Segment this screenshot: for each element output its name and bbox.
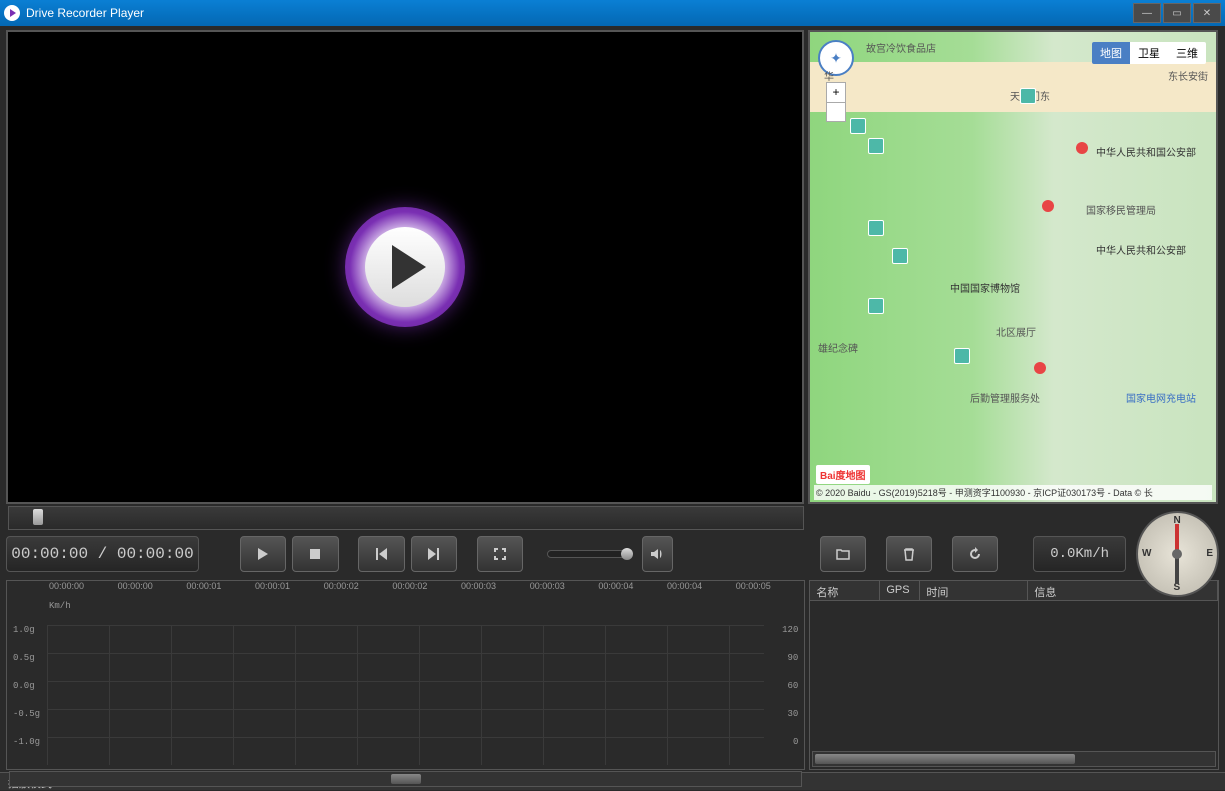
volume-slider[interactable] bbox=[547, 550, 632, 558]
open-file-button[interactable] bbox=[820, 536, 866, 572]
chart-hscrollbar[interactable] bbox=[9, 771, 802, 787]
gsensor-chart: 00:00:0000:00:0000:00:0100:00:0100:00:02… bbox=[6, 580, 805, 770]
titlebar: Drive Recorder Player — ▭ ✕ bbox=[0, 0, 1225, 26]
col-name[interactable]: 名称 bbox=[810, 581, 880, 600]
list-hscrollbar[interactable] bbox=[812, 751, 1216, 767]
time-display: 00:00:00 / 00:00:00 bbox=[6, 536, 199, 572]
close-button[interactable]: ✕ bbox=[1193, 3, 1221, 23]
delete-button[interactable] bbox=[886, 536, 932, 572]
map-zoom-control[interactable] bbox=[826, 82, 846, 122]
map-label: 东长安街 bbox=[1168, 68, 1208, 83]
map-tab-map[interactable]: 地图 bbox=[1092, 42, 1130, 64]
play-button[interactable] bbox=[240, 536, 286, 572]
seek-thumb[interactable] bbox=[33, 509, 43, 525]
next-button[interactable] bbox=[411, 536, 457, 572]
map-marker-icon bbox=[1042, 200, 1054, 212]
app-title: Drive Recorder Player bbox=[26, 6, 144, 20]
map-marker-icon bbox=[1034, 362, 1046, 374]
map-copyright: © 2020 Baidu - GS(2019)5218号 - 甲测资字11009… bbox=[814, 485, 1212, 500]
map-poi-icon bbox=[850, 118, 866, 134]
map-poi-icon bbox=[868, 220, 884, 236]
map-label: 后勤管理服务处 bbox=[970, 390, 1040, 405]
minimize-button[interactable]: — bbox=[1133, 3, 1161, 23]
file-list-body[interactable] bbox=[810, 601, 1218, 749]
map-label: 中华人民共和国公安部 bbox=[1096, 144, 1196, 159]
app-icon bbox=[4, 5, 20, 21]
baidu-logo: Bai度地图 bbox=[816, 465, 870, 484]
map-poi-icon bbox=[1020, 88, 1036, 104]
col-time[interactable]: 时间 bbox=[920, 581, 1028, 600]
fullscreen-button[interactable] bbox=[477, 536, 523, 572]
volume-button[interactable] bbox=[642, 536, 673, 572]
map-label: 华 bbox=[824, 68, 834, 83]
map-poi-icon bbox=[954, 348, 970, 364]
play-overlay-button[interactable] bbox=[345, 207, 465, 327]
map-poi-icon bbox=[892, 248, 908, 264]
video-viewport bbox=[6, 30, 804, 504]
map-label: 北区展厅 bbox=[996, 324, 1036, 339]
map-label: 国家移民管理局 bbox=[1086, 202, 1156, 217]
chart-right-unit: Km/h bbox=[7, 601, 804, 621]
prev-button[interactable] bbox=[358, 536, 404, 572]
stop-button[interactable] bbox=[292, 536, 338, 572]
refresh-button[interactable] bbox=[952, 536, 998, 572]
map-viewport[interactable]: 地图 卫星 三维 故宫冷饮食品店 华 东长安街 天安门东 中华人民共和国公安部 … bbox=[808, 30, 1218, 504]
map-label: 中华人民共和公安部 bbox=[1096, 242, 1186, 257]
map-label: 故宫冷饮食品店 bbox=[866, 40, 936, 55]
map-label: 中国国家博物馆 bbox=[950, 280, 1020, 295]
speed-display: 0.0Km/h bbox=[1033, 536, 1126, 572]
map-label: 国家电网充电站 bbox=[1126, 390, 1196, 405]
map-tab-3d[interactable]: 三维 bbox=[1168, 42, 1206, 64]
map-marker-icon bbox=[1076, 142, 1088, 154]
compass: N E S W bbox=[1136, 511, 1219, 597]
map-poi-icon bbox=[868, 298, 884, 314]
map-label: 雄纪念碑 bbox=[818, 340, 858, 355]
file-list: 名称 GPS 时间 信息 bbox=[809, 580, 1219, 770]
col-gps[interactable]: GPS bbox=[880, 581, 920, 600]
maximize-button[interactable]: ▭ bbox=[1163, 3, 1191, 23]
map-poi-icon bbox=[868, 138, 884, 154]
seek-slider[interactable] bbox=[8, 506, 804, 530]
map-tab-satellite[interactable]: 卫星 bbox=[1130, 42, 1168, 64]
map-type-tabs: 地图 卫星 三维 bbox=[1092, 42, 1206, 64]
